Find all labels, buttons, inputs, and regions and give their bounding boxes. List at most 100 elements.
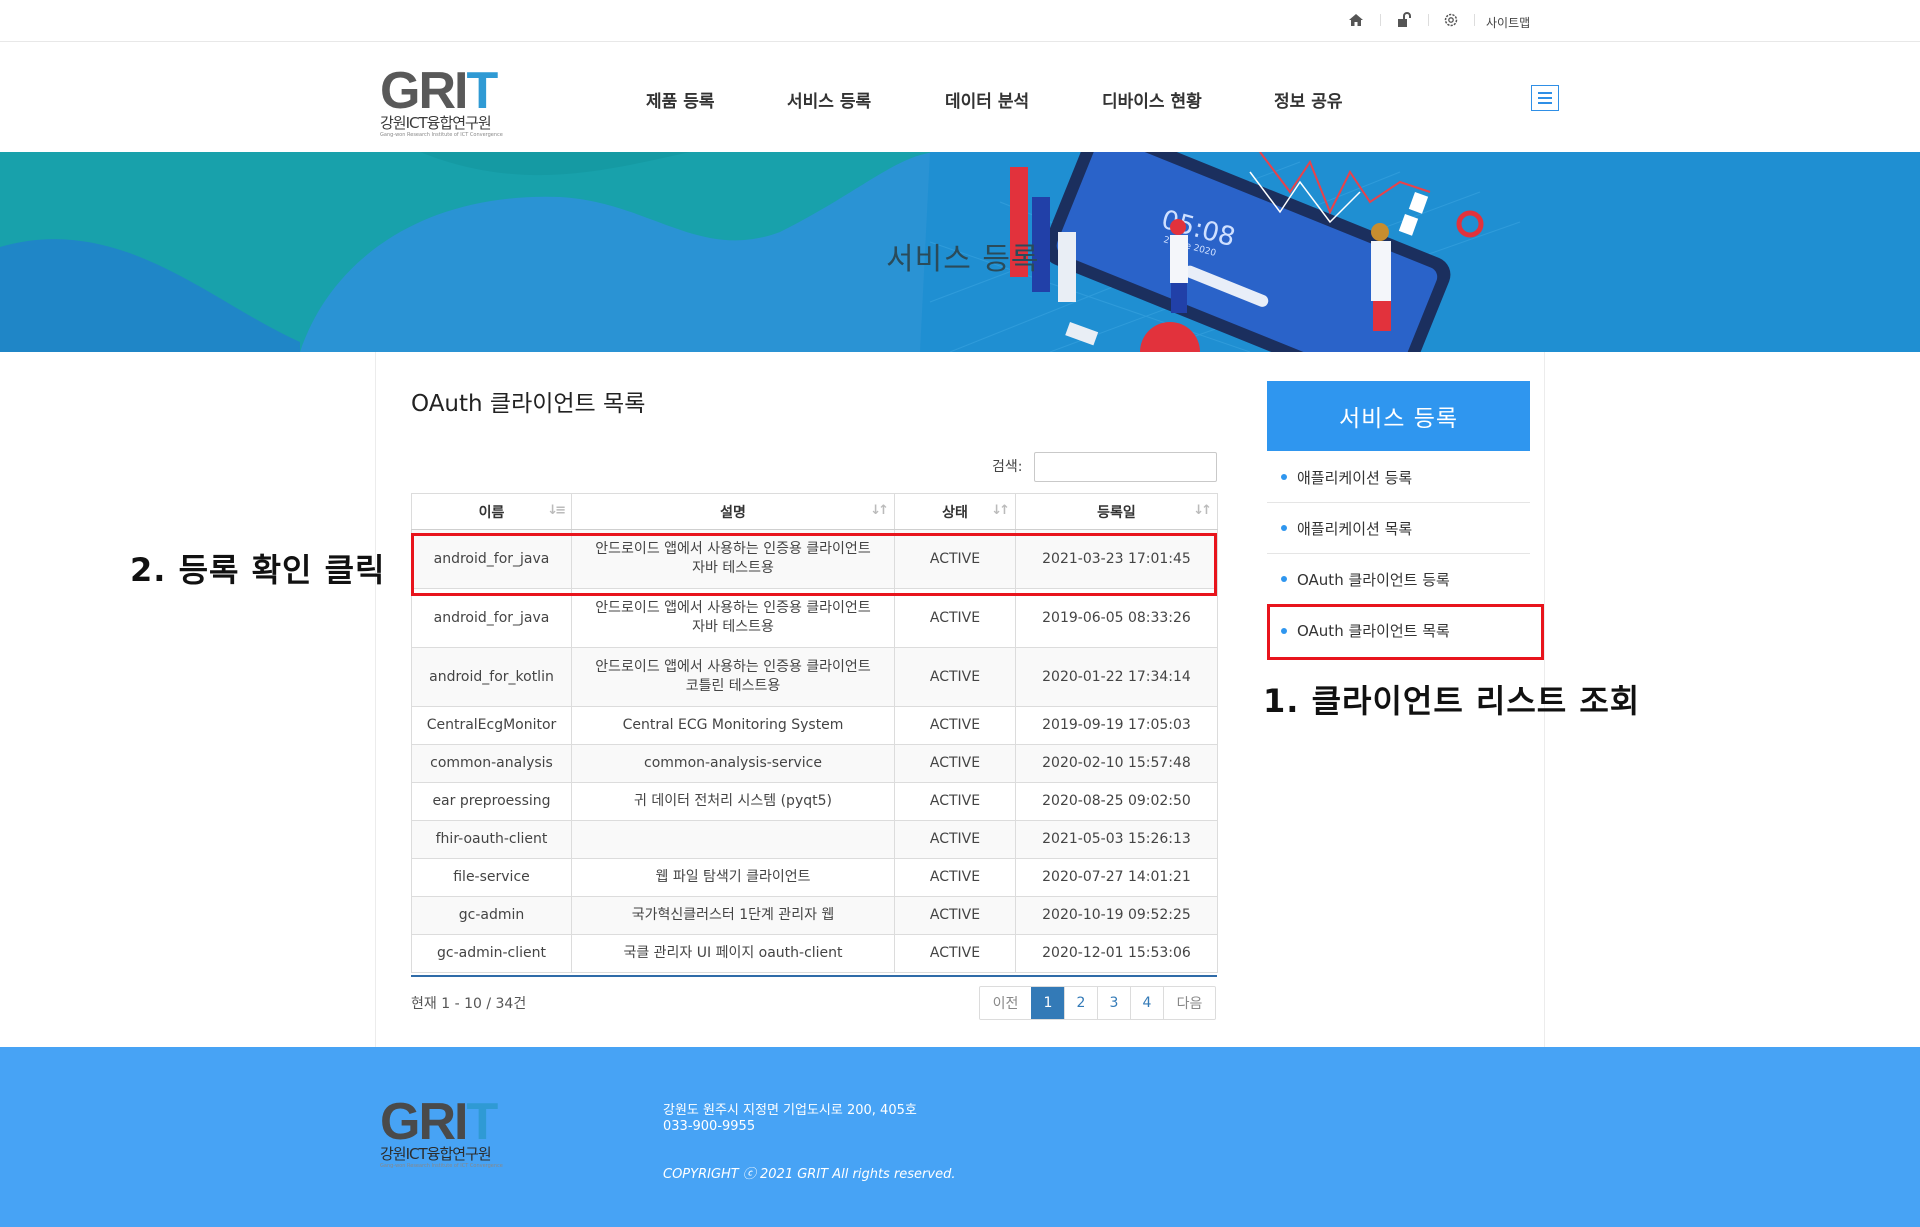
cell-description: 웹 파일 탐색기 클라이언트 [571,858,895,897]
cell-status: ACTIVE [894,782,1016,821]
column-header-date[interactable]: 등록일 ↓↑ [1015,493,1218,530]
footer-logo[interactable]: GRIT 강원ICT융합연구원 Gang-won Research Instit… [380,1096,522,1171]
grit-logo[interactable]: GRIT 강원ICT융합연구원 Gang-won Research Instit… [380,65,522,140]
site-footer: GRIT 강원ICT융합연구원 Gang-won Research Instit… [0,1047,1920,1227]
table-row[interactable]: ear preproessing 귀 데이터 전처리 시스템 (pyqt5) A… [411,782,1218,821]
site-header: GRIT 강원ICT융합연구원 Gang-won Research Instit… [0,42,1920,152]
table-row[interactable]: gc-admin-client 국클 관리자 UI 페이지 oauth-clie… [411,934,1218,973]
utility-bar: 사이트맵 [0,0,1920,42]
table-row[interactable]: CentralEcgMonitor Central ECG Monitoring… [411,706,1218,745]
cell-status: ACTIVE [894,820,1016,859]
nav-info-share[interactable]: 정보 공유 [1274,87,1342,112]
cell-description: 국가혁신클러스터 1단계 관리자 웹 [571,896,895,935]
cell-name[interactable]: android_for_kotlin [411,647,572,707]
pagination: 이전 1 2 3 4 다음 [979,986,1216,1020]
cell-name[interactable]: android_for_java [411,529,572,589]
search-label: 검색: [992,459,1023,475]
cell-description: 국클 관리자 UI 페이지 oauth-client [571,934,895,973]
column-header-name[interactable]: 이름 ↓≡ [411,493,572,530]
sort-icon[interactable]: ↓↑ [991,503,1010,518]
column-header-status[interactable]: 상태 ↓↑ [894,493,1016,530]
page-banner: 05:08 2 June 2020 서비스 등록 [0,152,1920,352]
cell-date: 2021-03-23 17:01:45 [1015,529,1218,589]
annotation-step-1: 1. 클라이언트 리스트 조회 [1263,682,1641,720]
banner-title: 서비스 등록 [886,242,1040,277]
cell-name[interactable]: gc-admin [411,896,572,935]
nav-product-register[interactable]: 제품 등록 [646,87,714,112]
cell-description: Central ECG Monitoring System [571,706,895,745]
sort-icon[interactable]: ↓≡ [547,503,566,518]
cell-date: 2020-08-25 09:02:50 [1015,782,1218,821]
cell-description: 안드로이드 앱에서 사용하는 인증용 클라이언트 자바 테스트용 [571,529,895,589]
nav-device-status[interactable]: 디바이스 현황 [1102,87,1202,112]
cell-name[interactable]: gc-admin-client [411,934,572,973]
annotation-step-2: 2. 등록 확인 클릭 [130,551,386,589]
table-row[interactable]: common-analysis common-analysis-service … [411,744,1218,783]
pager-page-3[interactable]: 3 [1097,987,1130,1019]
search-input[interactable] [1034,452,1217,482]
cell-date: 2020-02-10 15:57:48 [1015,744,1218,783]
content-frame-left [375,352,376,1047]
sidebar-title: 서비스 등록 [1267,381,1530,451]
table-row[interactable]: fhir-oauth-client ACTIVE 2021-05-03 15:2… [411,820,1218,859]
pager-prev-button[interactable]: 이전 [980,987,1031,1019]
cell-name[interactable]: file-service [411,858,572,897]
cell-name[interactable]: android_for_java [411,588,572,648]
cell-date: 2020-10-19 09:52:25 [1015,896,1218,935]
cell-status: ACTIVE [894,934,1016,973]
table-row[interactable]: android_for_java 안드로이드 앱에서 사용하는 인증용 클라이언… [411,588,1218,648]
footer-address: 강원도 원주시 지정면 기업도시로 200, 405호 [663,1103,917,1118]
pager-page-1[interactable]: 1 [1031,987,1064,1019]
cell-date: 2020-07-27 14:01:21 [1015,858,1218,897]
cell-name[interactable]: fhir-oauth-client [411,820,572,859]
bullet-icon [1281,627,1287,634]
pager-page-4[interactable]: 4 [1130,987,1163,1019]
pager-page-2[interactable]: 2 [1064,987,1097,1019]
table-row[interactable]: file-service 웹 파일 탐색기 클라이언트 ACTIVE 2020-… [411,858,1218,897]
cell-date: 2021-05-03 15:26:13 [1015,820,1218,859]
cell-description: 귀 데이터 전처리 시스템 (pyqt5) [571,782,895,821]
cell-date: 2019-06-05 08:33:26 [1015,588,1218,648]
oauth-client-table: 이름 ↓≡ 설명 ↓↑ 상태 ↓↑ 등록일 ↓↑ android_for_java 안드… [411,493,1218,973]
nav-service-register[interactable]: 서비스 등록 [787,87,871,112]
table-header-row: 이름 ↓≡ 설명 ↓↑ 상태 ↓↑ 등록일 ↓↑ [411,493,1218,530]
nav-data-analysis[interactable]: 데이터 분석 [945,87,1029,112]
page-title: OAuth 클라이언트 목록 [411,391,646,417]
record-summary: 현재 1 - 10 / 34건 [411,996,527,1012]
bullet-icon [1281,525,1287,531]
sidebar-item-app-register[interactable]: 애플리케이션 등록 [1267,452,1530,503]
table-row[interactable]: android_for_kotlin 안드로이드 앱에서 사용하는 인증용 클라… [411,647,1218,707]
table-row[interactable]: android_for_java 안드로이드 앱에서 사용하는 인증용 클라이언… [411,529,1218,589]
cell-date: 2020-01-22 17:34:14 [1015,647,1218,707]
cell-description: 안드로이드 앱에서 사용하는 인증용 클라이언트 자바 테스트용 [571,588,895,648]
sitemap-link[interactable]: 사이트맵 [1486,14,1530,31]
column-header-description[interactable]: 설명 ↓↑ [571,493,895,530]
cell-name[interactable]: ear preproessing [411,782,572,821]
cell-status: ACTIVE [894,706,1016,745]
pager-next-button[interactable]: 다음 [1163,987,1215,1019]
sidebar-item-oauth-list[interactable]: OAuth 클라이언트 목록 [1267,605,1530,656]
bullet-icon [1281,576,1287,582]
home-icon[interactable] [1346,10,1366,30]
cell-status: ACTIVE [894,588,1016,648]
table-row[interactable]: gc-admin 국가혁신클러스터 1단계 관리자 웹 ACTIVE 2020-… [411,896,1218,935]
sidebar-item-oauth-register[interactable]: OAuth 클라이언트 등록 [1267,554,1530,605]
cell-status: ACTIVE [894,647,1016,707]
cell-description [571,820,895,859]
cell-description: common-analysis-service [571,744,895,783]
cell-name[interactable]: CentralEcgMonitor [411,706,572,745]
sort-icon[interactable]: ↓↑ [1193,503,1212,518]
cell-status: ACTIVE [894,744,1016,783]
bullet-icon [1281,474,1287,480]
sort-icon[interactable]: ↓↑ [870,503,889,518]
sidebar-item-app-list[interactable]: 애플리케이션 목록 [1267,503,1530,554]
table-bottom-border [411,975,1217,977]
lock-icon[interactable] [1394,10,1414,30]
cell-name[interactable]: common-analysis [411,744,572,783]
cell-status: ACTIVE [894,529,1016,589]
gear-icon[interactable] [1441,10,1461,30]
footer-copyright: COPYRIGHT ⓒ 2021 GRIT All rights reserve… [663,1167,956,1182]
cell-status: ACTIVE [894,858,1016,897]
cell-description: 안드로이드 앱에서 사용하는 인증용 클라이언트 코틀린 테스트용 [571,647,895,707]
hamburger-icon[interactable] [1531,85,1559,111]
